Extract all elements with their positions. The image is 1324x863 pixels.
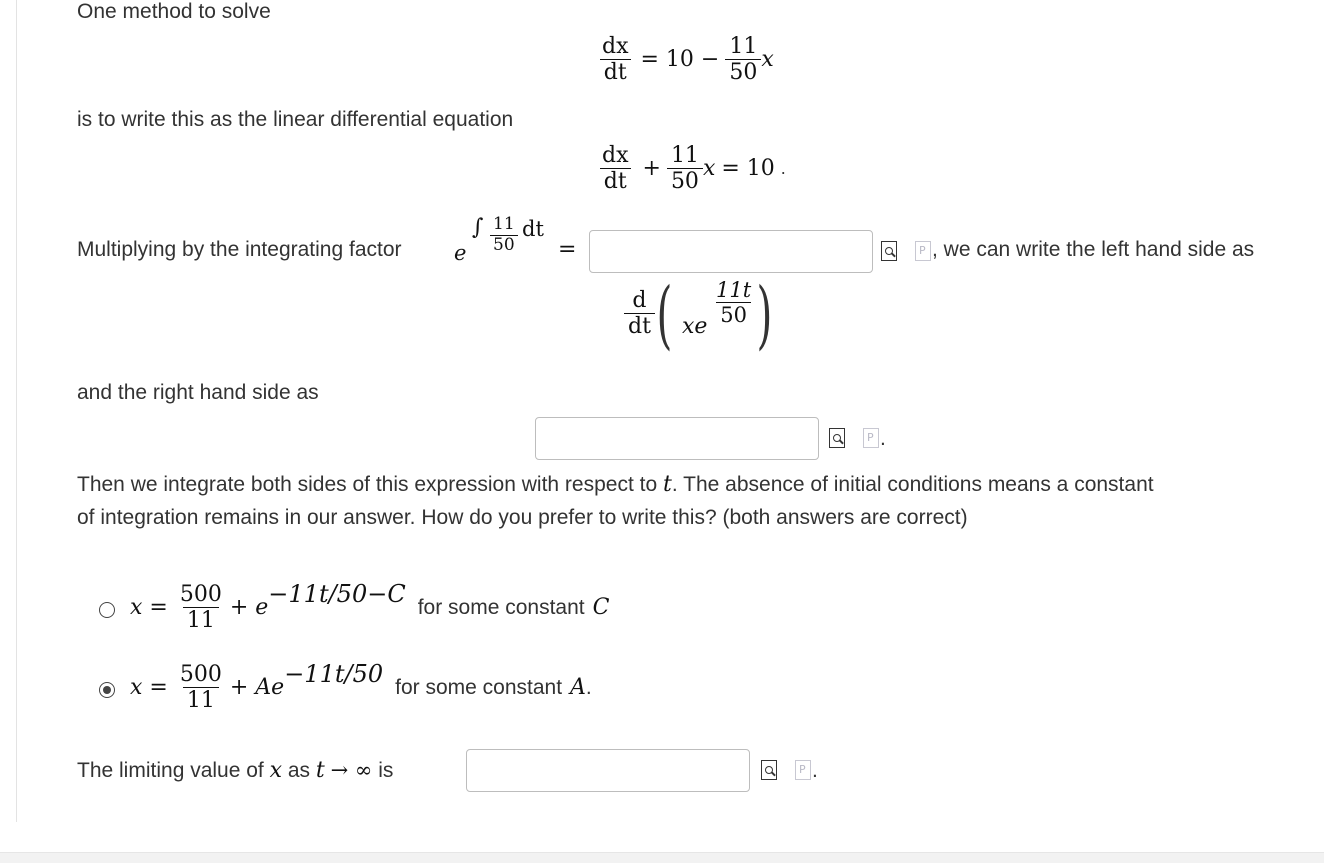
fraction-500-11: 500 11	[176, 582, 226, 634]
limit-as: as	[287, 759, 311, 782]
denominator: 50	[490, 234, 518, 256]
d-dt-fraction: d dt	[624, 288, 655, 340]
integrate-text-line1: Then we integrate both sides of this exp…	[77, 472, 1154, 497]
lhs-derivative-expression: d dt ( xe 11t 50 )	[624, 278, 784, 373]
limit-text: The limiting value of x as t → ∞ is	[77, 758, 393, 783]
option-2-expression: x = 500 11 + Ae −11t/50 for some constan…	[130, 659, 592, 714]
intro-text-2: is to write this as the linear different…	[77, 108, 514, 131]
dt: dt	[599, 168, 631, 194]
period: .	[880, 427, 886, 450]
limit-prefix: The limiting value of	[77, 759, 264, 782]
x-equals: x =	[130, 595, 168, 621]
arrow-infinity: → ∞	[330, 758, 373, 782]
intro-text-1: One method to solve	[77, 0, 271, 23]
left-hand-side-text: , we can write the left hand side as	[932, 238, 1255, 261]
variable-x: x	[761, 47, 774, 73]
right-hand-side-text: and the right hand side as	[77, 381, 319, 404]
equation-1: dx dt = 10 − 11 50 x	[598, 34, 774, 86]
exponent: −11t/50	[284, 659, 384, 688]
period: .	[585, 675, 592, 699]
equation-2: dx dt + 11 50 x = 10 .	[598, 143, 786, 195]
dt: dt	[599, 59, 631, 85]
dx: dx	[602, 34, 629, 59]
multiplying-text: Multiplying by the integrating factor	[77, 238, 402, 261]
period: .	[780, 158, 786, 179]
numerator: 11t	[716, 278, 752, 302]
preview-icon[interactable]	[761, 760, 777, 780]
option-description: for some constant	[395, 675, 563, 699]
period: .	[812, 759, 818, 782]
integrate-text-part2: . The absence of initial conditions mean…	[671, 473, 1154, 496]
dt: dt	[522, 217, 544, 241]
option-radio-2[interactable]	[99, 682, 115, 698]
exponent-fraction: 11t 50	[712, 278, 755, 327]
dt: dt	[624, 313, 655, 339]
left-border	[16, 0, 17, 822]
plus-e: + e	[229, 595, 269, 621]
paste-icon[interactable]: P	[795, 760, 811, 780]
option-1-expression: x = 500 11 + e −11t/50−C for some consta…	[130, 579, 610, 634]
fraction-11-50: 11 50	[725, 34, 762, 86]
paste-glyph: P	[919, 244, 926, 257]
option-radio-1[interactable]	[99, 602, 115, 618]
dxdt-fraction: dx dt	[598, 34, 633, 86]
numerator: 500	[179, 662, 222, 687]
denominator: 50	[666, 168, 703, 194]
equals-ten-minus: = 10 −	[640, 47, 720, 73]
numerator: 11	[670, 143, 699, 168]
limit-is: is	[378, 759, 394, 782]
paste-icon[interactable]: P	[863, 428, 879, 448]
denominator: 11	[182, 687, 219, 713]
denominator: 50	[725, 59, 762, 85]
integrate-text-part1: Then we integrate both sides of this exp…	[77, 473, 658, 496]
variable-t: t	[663, 472, 672, 497]
dxdt-fraction: dx dt	[598, 143, 633, 195]
paste-glyph: P	[867, 431, 874, 444]
xe: xe	[682, 314, 708, 339]
right-paren: )	[756, 272, 773, 358]
variable-x: x	[269, 758, 283, 783]
numerator: 11	[729, 34, 758, 59]
integrate-text-line2: of integration remains in our answer. Ho…	[77, 506, 968, 529]
right-hand-side-input[interactable]	[535, 417, 819, 460]
limit-input[interactable]	[466, 749, 750, 792]
footer-bar	[0, 852, 1324, 863]
denominator: 11	[182, 607, 219, 633]
numerator: 11	[493, 214, 515, 234]
integral-sign: ∫	[472, 215, 484, 240]
preview-icon[interactable]	[881, 241, 897, 261]
plus-ae: + Ae	[229, 675, 285, 701]
exponent-fraction: 11 50	[490, 214, 518, 256]
variable-t: t	[315, 758, 325, 783]
fraction-500-11: 500 11	[176, 662, 226, 714]
paste-icon[interactable]: P	[915, 241, 931, 261]
constant-a: A	[570, 675, 586, 701]
preview-icon[interactable]	[829, 428, 845, 448]
denominator: 50	[716, 302, 751, 327]
paste-glyph: P	[799, 763, 806, 776]
variable-x: x	[702, 156, 716, 182]
d: d	[632, 288, 647, 313]
constant-c: C	[592, 595, 610, 621]
equals-ten: = 10	[721, 156, 775, 182]
plus-sign: +	[642, 156, 661, 182]
numerator: 500	[179, 582, 222, 607]
equals-sign: =	[558, 237, 577, 262]
integrating-factor-input[interactable]	[589, 230, 873, 273]
e-base: e	[454, 241, 467, 265]
fraction-11-50: 11 50	[666, 143, 703, 195]
x-equals: x =	[130, 675, 168, 701]
option-description: for some constant	[417, 595, 585, 619]
left-paren: (	[656, 272, 673, 358]
dx: dx	[602, 143, 629, 168]
exponent: −11t/50−C	[268, 579, 406, 608]
